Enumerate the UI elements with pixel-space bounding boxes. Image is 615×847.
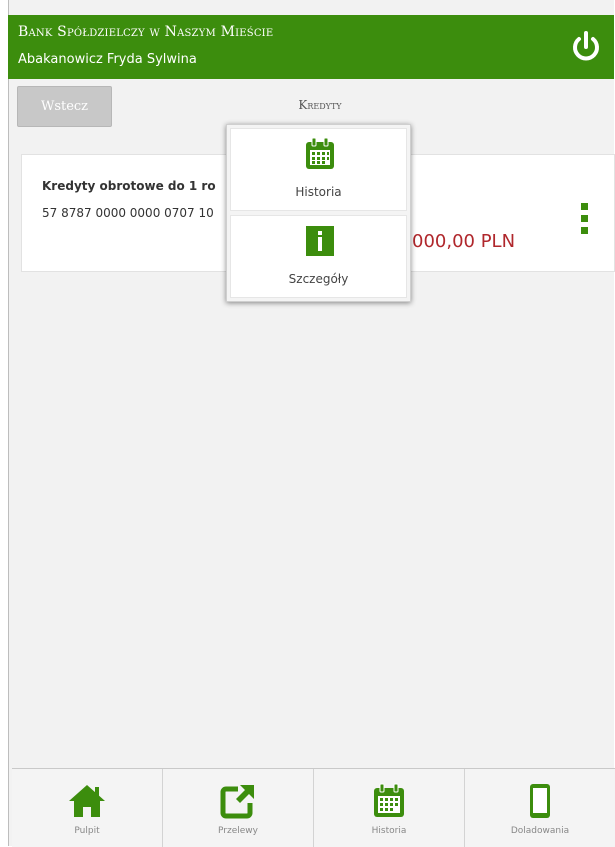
page-title: Kredyty — [298, 98, 342, 112]
back-button[interactable]: Wstecz — [17, 86, 112, 127]
nav-item-przelewy[interactable]: Przelewy — [163, 769, 314, 847]
transfer-icon — [220, 785, 254, 819]
calendar-icon — [374, 783, 404, 817]
calendar-icon — [306, 138, 334, 169]
nav-item-doladowania[interactable]: Doladowania — [465, 769, 615, 847]
phone-icon — [530, 784, 550, 818]
menu-item-historia[interactable]: Historia — [230, 128, 407, 211]
credit-amount: 000,00 PLN — [412, 231, 516, 252]
nav-label: Przelewy — [218, 826, 258, 836]
menu-item-label: Szczegóły — [288, 272, 349, 286]
home-icon — [69, 785, 105, 817]
menu-item-label: Historia — [295, 185, 342, 199]
nav-label: Pulpit — [74, 826, 100, 836]
power-icon — [573, 31, 599, 61]
credit-title: Kredyty obrotowe do 1 ro — [42, 179, 216, 193]
logout-button[interactable] — [558, 15, 614, 79]
user-name: Abakanowicz Fryda Sylwina — [18, 52, 197, 67]
account-number: 57 8787 0000 0000 0707 10 — [42, 206, 214, 220]
menu-item-szczegoly[interactable]: Szczegóły — [230, 215, 407, 298]
nav-item-historia[interactable]: Historia — [314, 769, 465, 847]
context-menu: Historia Szczegóły — [226, 124, 411, 302]
bottom-nav: Pulpit Przelewy Historia Doladowania — [12, 768, 615, 847]
nav-item-pulpit[interactable]: Pulpit — [12, 769, 163, 847]
bank-name: Bank Spółdzielczy w Naszym Mieście — [18, 24, 274, 40]
kebab-menu-icon[interactable] — [579, 203, 589, 243]
nav-label: Historia — [371, 826, 407, 836]
app-header: Bank Spółdzielczy w Naszym Mieście Abaka… — [8, 15, 614, 79]
nav-label: Doladowania — [510, 826, 570, 836]
info-icon — [306, 226, 334, 256]
